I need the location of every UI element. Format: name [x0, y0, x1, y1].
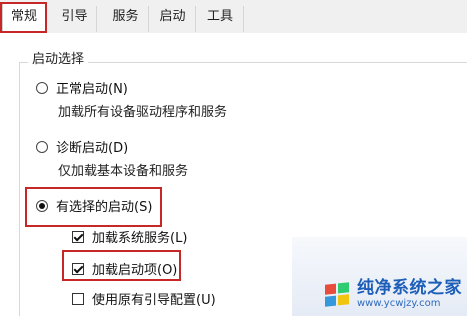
- logo-red-pane: [325, 283, 336, 295]
- watermark-title: 纯净系统之家: [357, 277, 462, 298]
- selective-startup-label: 有选择的启动(S): [56, 200, 153, 215]
- watermark-url: www.ycwjzy.com: [357, 297, 441, 309]
- selective-startup-option[interactable]: 有选择的启动(S): [36, 196, 152, 215]
- windows-logo-icon: [323, 280, 351, 308]
- tab-services-label: 服务: [112, 9, 139, 24]
- tab-startup-label: 启动: [159, 9, 186, 24]
- tab-services[interactable]: 服务: [103, 6, 149, 32]
- tab-strip: 常规 引导 服务 启动 工具: [0, 0, 467, 34]
- tab-tools[interactable]: 工具: [197, 6, 244, 32]
- load-startup-items-checkbox[interactable]: [72, 262, 84, 275]
- normal-startup-description: 加载所有设备驱动程序和服务: [58, 105, 228, 120]
- tab-boot-label: 引导: [61, 9, 88, 24]
- tab-tools-label: 工具: [206, 9, 233, 24]
- load-startup-items-label: 加载启动项(O): [92, 263, 178, 278]
- load-system-services-checkbox[interactable]: [72, 230, 84, 243]
- logo-yellow-pane: [338, 294, 349, 306]
- normal-startup-radio[interactable]: [36, 81, 48, 94]
- use-original-boot-checkbox[interactable]: [72, 292, 84, 305]
- tab-general-label: 常规: [10, 9, 37, 24]
- load-system-services-option[interactable]: 加载系统服务(L): [72, 227, 187, 246]
- selective-startup-radio[interactable]: [36, 199, 48, 212]
- site-watermark: 纯净系统之家 www.ycwjzy.com: [323, 272, 467, 316]
- logo-blue-pane: [325, 295, 336, 307]
- use-original-boot-option[interactable]: 使用原有引导配置(U): [72, 289, 216, 308]
- use-original-boot-label: 使用原有引导配置(U): [92, 293, 216, 308]
- tab-startup[interactable]: 启动: [150, 6, 196, 32]
- diagnostic-startup-radio[interactable]: [36, 140, 48, 153]
- logo-green-pane: [338, 282, 349, 294]
- diagnostic-startup-label: 诊断启动(D): [56, 141, 129, 156]
- startup-selection-title: 启动选择: [28, 48, 89, 67]
- normal-startup-label: 正常启动(N): [56, 82, 128, 97]
- normal-startup-option[interactable]: 正常启动(N): [36, 78, 128, 97]
- watermark-text: 纯净系统之家 www.ycwjzy.com: [357, 277, 462, 309]
- load-system-services-label: 加载系统服务(L): [92, 231, 188, 246]
- tab-general[interactable]: 常规: [2, 2, 46, 33]
- tab-boot[interactable]: 引导: [53, 6, 97, 32]
- load-startup-items-option[interactable]: 加载启动项(O): [72, 259, 177, 278]
- diagnostic-startup-description: 仅加载基本设备和服务: [58, 164, 189, 179]
- diagnostic-startup-option[interactable]: 诊断启动(D): [36, 137, 128, 156]
